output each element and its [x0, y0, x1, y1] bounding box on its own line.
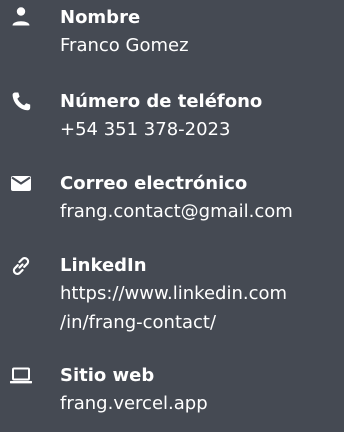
contact-item-text: Número de teléfono +54 351 378-2023	[60, 88, 344, 144]
contact-value-linkedin-line2[interactable]: /in/frang-contact/	[60, 308, 344, 337]
contact-label-website: Sitio web	[60, 365, 155, 386]
contact-info-list: Nombre Franco Gomez Número de teléfono +…	[0, 0, 344, 432]
contact-value-linkedin-line1[interactable]: https://www.linkedin.com	[60, 279, 344, 308]
contact-item-text: Sitio web frang.vercel.app	[60, 362, 344, 418]
contact-label-name: Nombre	[60, 7, 141, 28]
link-icon	[9, 254, 33, 278]
contact-item-text: LinkedIn https://www.linkedin.com /in/fr…	[60, 252, 344, 337]
contact-value-phone[interactable]: +54 351 378-2023	[60, 115, 344, 144]
mail-icon	[9, 172, 33, 196]
contact-value-website[interactable]: frang.vercel.app	[60, 389, 344, 418]
laptop-icon	[9, 364, 33, 388]
contact-label-phone: Número de teléfono	[60, 91, 263, 112]
person-icon	[9, 6, 33, 30]
contact-value-name: Franco Gomez	[60, 35, 189, 56]
contact-item-text: Correo electrónico frang.contact@gmail.c…	[60, 170, 344, 226]
phone-icon	[9, 90, 33, 114]
contact-label-linkedin: LinkedIn	[60, 255, 147, 276]
contact-label-email: Correo electrónico	[60, 173, 248, 194]
contact-value-email[interactable]: frang.contact@gmail.com	[60, 197, 344, 226]
contact-item-text: Nombre Franco Gomez	[60, 4, 344, 60]
